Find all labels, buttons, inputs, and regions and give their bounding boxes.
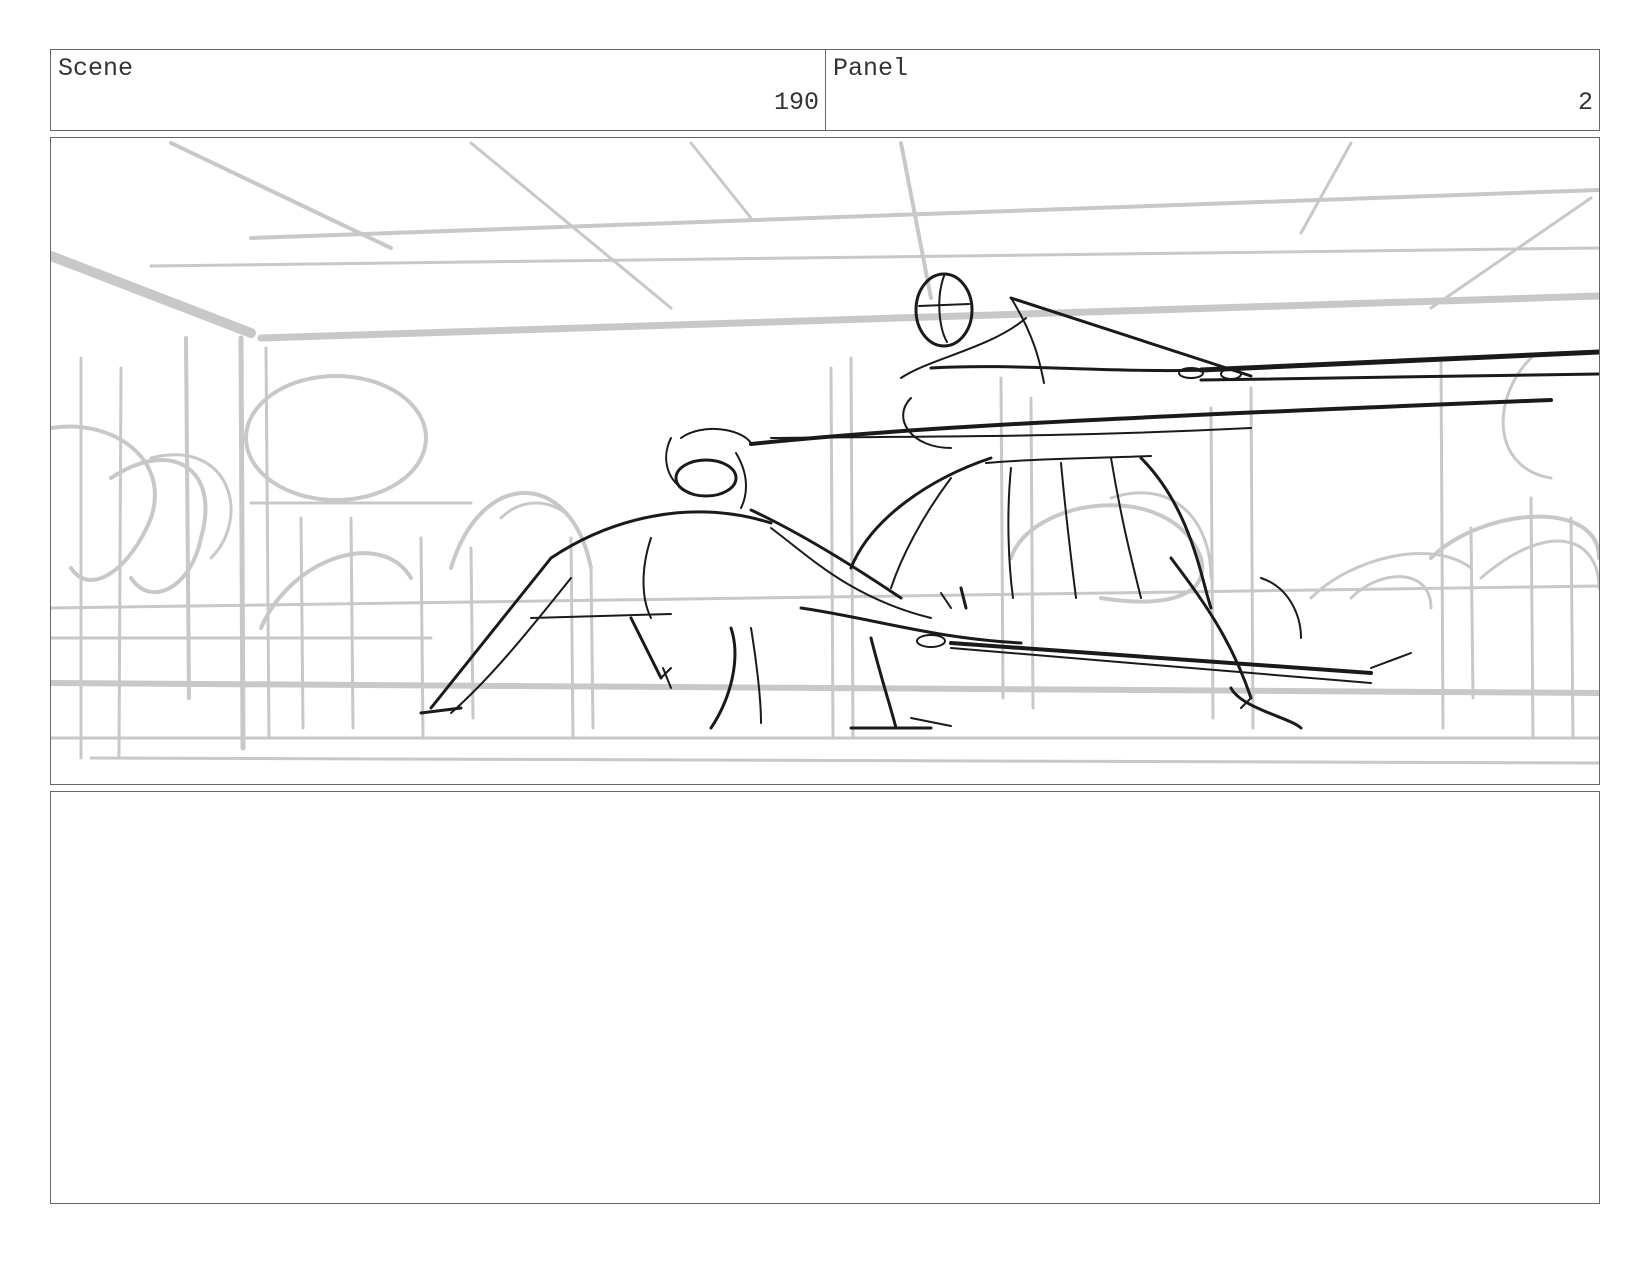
panel-header: Scene 190 Panel 2 <box>50 49 1600 131</box>
storyboard-sketch-icon <box>51 141 1599 765</box>
scene-number: 190 <box>773 88 819 117</box>
panel-number: 2 <box>1577 88 1593 117</box>
panel-cell: Panel 2 <box>826 50 1599 130</box>
scene-cell: Scene 190 <box>51 50 826 130</box>
figure-sketch <box>419 272 1599 730</box>
storyboard-frame <box>50 137 1600 785</box>
panel-label: Panel <box>833 54 909 83</box>
background-sketch <box>51 141 1599 765</box>
scene-label: Scene <box>58 54 134 83</box>
notes-box <box>50 791 1600 1204</box>
